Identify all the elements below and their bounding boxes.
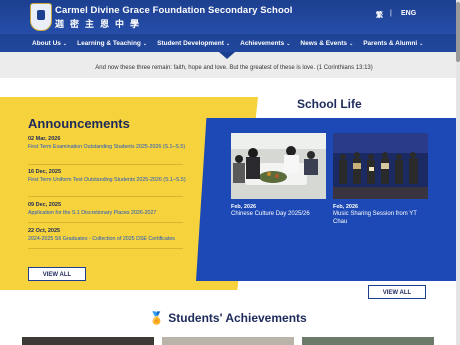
main-nav: About Us ⌄ Learning & Teaching ⌄ Student D… bbox=[0, 34, 460, 52]
school-logo[interactable] bbox=[30, 3, 52, 31]
nav-item-label: Student Development bbox=[157, 39, 224, 47]
chevron-down-icon: ⌄ bbox=[286, 40, 291, 47]
nav-item-label: About Us bbox=[32, 39, 61, 47]
achievement-image[interactable] bbox=[162, 337, 294, 345]
list-item[interactable]: 16 Dec, 2025 First Term Uniform Test Out… bbox=[28, 169, 188, 185]
chevron-down-icon: ⌄ bbox=[62, 40, 68, 47]
nav-item-label: News & Events bbox=[300, 39, 348, 47]
announcement-link[interactable]: First Term Uniform Test Outstanding Stud… bbox=[28, 177, 188, 185]
announcement-link[interactable]: Application for the S.1 Discretionary Pl… bbox=[28, 210, 188, 218]
nav-item-news-events[interactable]: News & Events ⌄ bbox=[300, 40, 353, 47]
site-header: Carmel Divine Grace Foundation Secondary… bbox=[0, 0, 460, 52]
divider bbox=[28, 248, 183, 249]
nav-item-label: Parents & Alumni bbox=[363, 39, 418, 47]
announcement-date: 16 Dec, 2025 bbox=[28, 169, 62, 175]
school-life-photo[interactable] bbox=[333, 133, 428, 199]
page-scrollbar[interactable] bbox=[456, 0, 460, 345]
announcements-view-all-button[interactable]: VIEW ALL bbox=[28, 267, 86, 281]
nav-item-learning-teaching[interactable]: Learning & Teaching ⌄ bbox=[77, 40, 147, 47]
bible-quote: And now these three remain: faith, hope … bbox=[95, 65, 373, 71]
nav-item-student-development[interactable]: Student Development ⌄ bbox=[157, 40, 230, 47]
chevron-down-icon: ⌄ bbox=[349, 40, 354, 47]
school-life-title: School Life bbox=[297, 97, 362, 111]
list-item[interactable]: 22 Oct, 2025 2024-2025 S6 Graduates - Co… bbox=[28, 228, 188, 244]
chevron-down-icon bbox=[219, 52, 235, 59]
lang-separator: | bbox=[390, 10, 392, 17]
chinese-culture-day-photo bbox=[231, 133, 326, 199]
school-life-caption[interactable]: Music Sharing Session from YT Chau bbox=[333, 210, 428, 226]
list-item[interactable]: 09 Dec, 2025 Application for the S.1 Dis… bbox=[28, 202, 188, 218]
music-sharing-photo bbox=[333, 133, 428, 199]
announcement-link[interactable]: First Term Examination Outstanding Stude… bbox=[28, 144, 188, 152]
announcement-date: 09 Dec, 2025 bbox=[28, 202, 62, 208]
chevron-down-icon: ⌄ bbox=[419, 40, 424, 47]
medal-icon: 🏅 bbox=[149, 311, 165, 325]
nav-item-label: Learning & Teaching bbox=[77, 39, 141, 47]
announcement-date: 02 Mar, 2026 bbox=[28, 136, 61, 142]
school-life-view-all-button[interactable]: VIEW ALL bbox=[368, 285, 426, 299]
nav-item-label: Achievements bbox=[240, 39, 285, 47]
announcement-date: 22 Oct, 2025 bbox=[28, 228, 61, 234]
chevron-down-icon: ⌄ bbox=[142, 40, 148, 47]
school-name-en[interactable]: Carmel Divine Grace Foundation Secondary… bbox=[55, 5, 293, 16]
chevron-down-icon: ⌄ bbox=[225, 40, 231, 47]
announcement-link[interactable]: 2024-2025 S6 Graduates - Collection of 2… bbox=[28, 236, 188, 244]
achievements-title: 🏅 Students' Achievements bbox=[0, 311, 456, 325]
scrollbar-thumb[interactable] bbox=[456, 2, 460, 62]
nav-item-parents-alumni[interactable]: Parents & Alumni ⌄ bbox=[363, 40, 423, 47]
list-item[interactable]: 02 Mar, 2026 First Term Examination Outs… bbox=[28, 136, 188, 152]
nav-item-achievements[interactable]: Achievements ⌄ bbox=[240, 40, 290, 47]
achievements-title-text: Students' Achievements bbox=[168, 311, 307, 325]
lang-tc-link[interactable]: 繁 bbox=[376, 10, 383, 20]
school-life-caption[interactable]: Chinese Culture Day 2025/26 bbox=[231, 210, 326, 218]
announcements-title: Announcements bbox=[28, 116, 130, 131]
school-life-photo[interactable] bbox=[231, 133, 326, 199]
nav-item-about-us[interactable]: About Us ⌄ bbox=[32, 40, 67, 47]
lang-en-link[interactable]: ENG bbox=[401, 10, 416, 17]
school-name-zh[interactable]: 迦密主恩中學 bbox=[55, 17, 145, 30]
achievement-image[interactable] bbox=[22, 337, 154, 345]
divider bbox=[28, 196, 183, 197]
divider bbox=[28, 164, 183, 165]
divider bbox=[28, 222, 183, 223]
achievement-image[interactable] bbox=[302, 337, 434, 345]
